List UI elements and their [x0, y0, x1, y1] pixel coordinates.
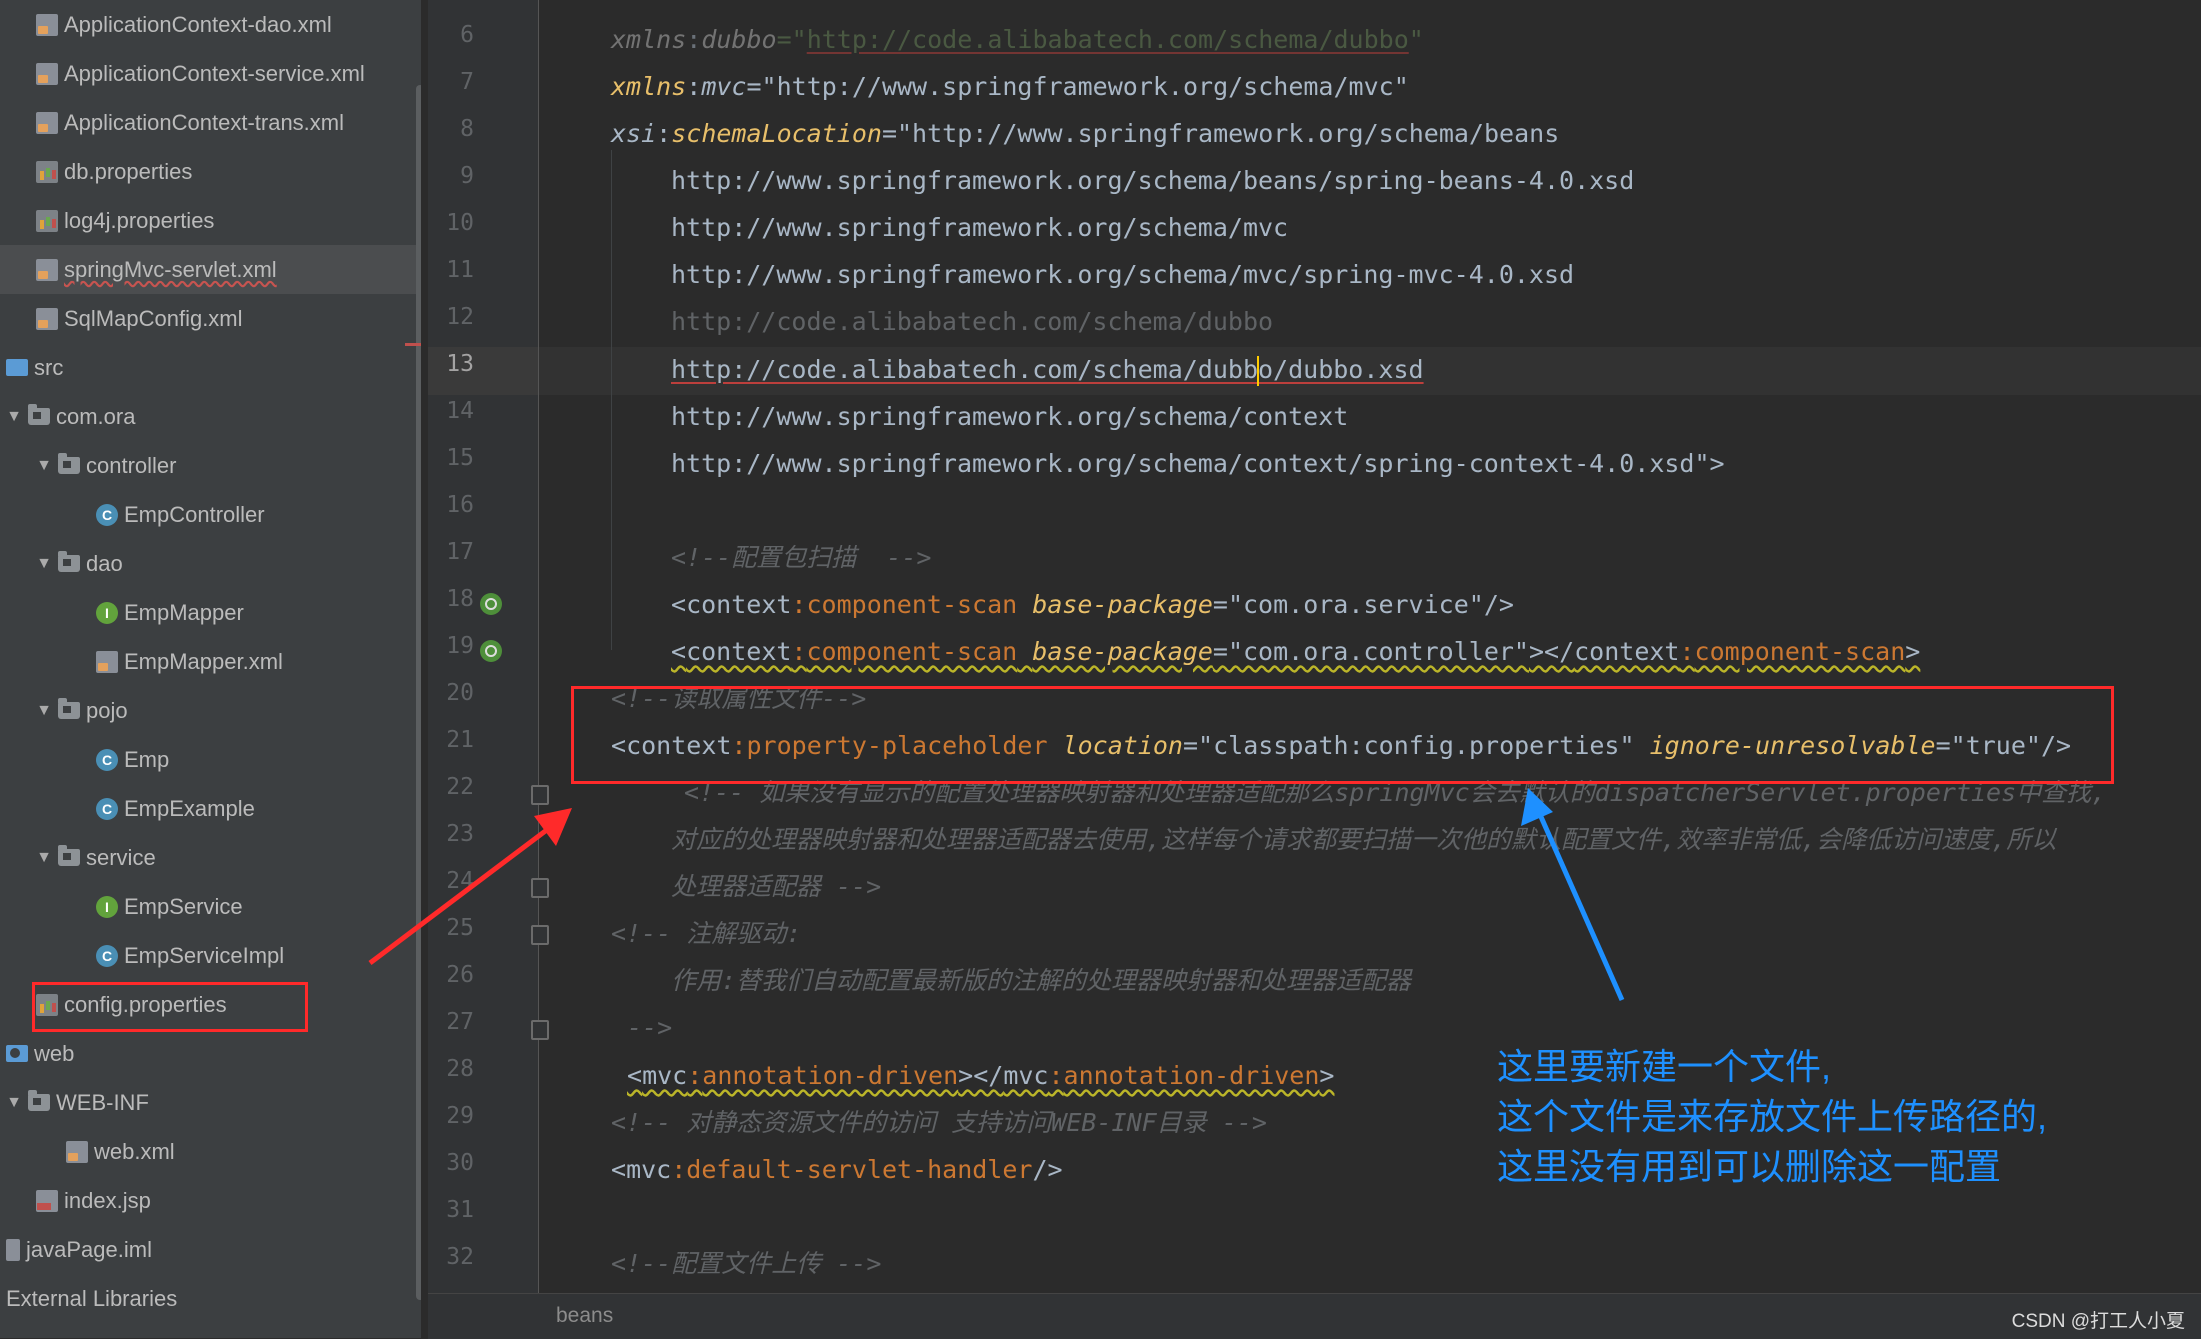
annotation-arrows: [368, 788, 1625, 1002]
red-arrow-head: [534, 808, 572, 846]
red-arrow-line: [368, 821, 558, 965]
blue-arrow-head: [1521, 788, 1553, 826]
blue-arrow-line: [1535, 808, 1625, 1002]
